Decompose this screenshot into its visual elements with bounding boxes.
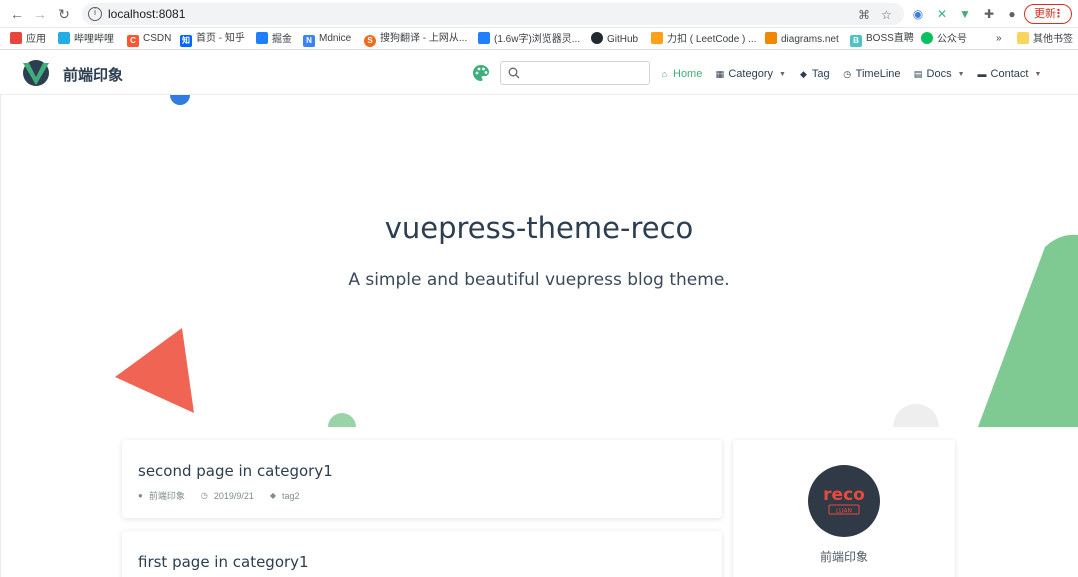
reco-avatar-logo: reco LUAN <box>823 485 865 515</box>
post-card[interactable]: second page in category1 ● 前端印象 ◷ 2019/9… <box>122 440 722 518</box>
page-left-border <box>0 95 1 577</box>
more-bookmarks-chevron[interactable]: » <box>996 32 1002 46</box>
post-title[interactable]: first page in category1 <box>138 553 309 571</box>
zhihu-icon: 知 <box>180 35 192 47</box>
forward-arrow-icon[interactable]: → <box>31 5 49 23</box>
post-meta: ● 前端印象 ◷ 2019/9/21 ◆ tag2 <box>138 489 316 502</box>
nav-contact[interactable]: ▬ Contact ▼ <box>978 68 1042 80</box>
nav-timeline[interactable]: ◷ TimeLine <box>843 68 900 80</box>
vue-devtools-icon[interactable]: ▼ <box>957 6 973 22</box>
bookmark-item[interactable]: (1.6w字)浏览器灵... <box>478 32 580 46</box>
address-url[interactable]: localhost:8081 <box>108 7 185 21</box>
post-date: 2019/9/21 <box>213 490 254 501</box>
csdn-icon: C <box>127 35 139 47</box>
avatar: reco LUAN <box>808 465 880 537</box>
site-navbar: 前端印象 ⌂ Home ▦ Category ▼ ◆ Tag ◷ TimeLin… <box>0 51 1078 95</box>
post-card[interactable]: first page in category1 <box>122 531 722 577</box>
bookmark-item[interactable]: diagrams.net <box>765 32 839 46</box>
bookmark-item[interactable]: C CSDN <box>127 32 171 47</box>
blue-half-circle <box>170 95 190 105</box>
clock-icon: ◷ <box>200 491 208 500</box>
juejin-icon <box>478 32 490 44</box>
browser-toolbar: ← → ↻ i localhost:8081 ⌘ ☆ ◉ ✕ ▼ ✚ ● 更新 … <box>0 0 1078 28</box>
translate-icon[interactable]: ⌘ <box>858 8 870 22</box>
site-info-icon[interactable]: i <box>88 7 102 21</box>
svg-text:reco: reco <box>823 485 865 505</box>
contact-icon: ▬ <box>977 69 987 79</box>
profile-avatar-icon[interactable]: ● <box>1004 6 1020 22</box>
hero-section: vuepress-theme-reco A simple and beautif… <box>0 95 1078 427</box>
nav-tag[interactable]: ◆ Tag <box>799 68 830 80</box>
reco-logo-icon[interactable] <box>20 59 52 87</box>
chevron-down-icon: ▼ <box>1034 70 1042 78</box>
svg-text:LUAN: LUAN <box>836 508 852 515</box>
theme-palette-icon[interactable] <box>472 64 490 82</box>
bookmark-item[interactable]: 公众号 <box>921 32 967 46</box>
bookmark-item[interactable]: 知首页 - 知乎 <box>180 32 245 47</box>
nav-category[interactable]: ▦ Category ▼ <box>715 68 786 80</box>
nav-docs[interactable]: ▤ Docs ▼ <box>914 68 965 80</box>
nav-links: ⌂ Home ▦ Category ▼ ◆ Tag ◷ TimeLine ▤ D… <box>660 66 1054 82</box>
leetcode-icon <box>651 32 663 44</box>
home-icon: ⌂ <box>661 69 668 79</box>
bookmark-star-icon[interactable]: ☆ <box>881 8 892 22</box>
post-author: 前端印象 <box>148 491 185 501</box>
tag-icon: ◆ <box>269 491 277 500</box>
hero-decoration-shapes <box>115 95 1078 427</box>
bookmark-item[interactable]: GitHub <box>591 32 638 46</box>
bookmark-item[interactable]: 哔哩哔哩 <box>58 32 114 46</box>
profile-card: reco LUAN 前端印象 <box>733 440 955 577</box>
bookmark-item[interactable]: 力扣 ( LeetCode ) ... <box>651 32 756 46</box>
search-icon <box>508 67 520 79</box>
search-input[interactable] <box>500 61 650 85</box>
extension-x-icon[interactable]: ✕ <box>934 6 950 22</box>
back-arrow-icon[interactable]: ← <box>8 5 26 23</box>
mdnice-icon: N <box>303 35 315 47</box>
hero-title: vuepress-theme-reco <box>384 211 694 245</box>
green-half-circle <box>328 413 356 427</box>
site-name[interactable]: 前端印象 <box>63 64 123 85</box>
wechat-icon <box>921 32 933 44</box>
extensions-puzzle-icon[interactable]: ✚ <box>981 6 997 22</box>
green-slope-shape <box>978 234 1078 427</box>
bookmark-item[interactable]: N Mdnice <box>303 32 351 47</box>
post-title[interactable]: second page in category1 <box>138 462 333 480</box>
bookmarks-bar: 应用 哔哩哔哩 C CSDN 知首页 - 知乎 掘金 N Mdnice S 搜狗翻译 … <box>0 28 1078 50</box>
category-grid-icon: ▦ <box>715 68 725 79</box>
github-icon <box>591 32 603 44</box>
author-name: 前端印象 <box>819 550 868 564</box>
clock-icon: ◷ <box>843 68 852 79</box>
bookmark-item[interactable]: 应用 <box>10 32 46 46</box>
chevron-down-icon: ▼ <box>957 70 965 78</box>
bilibili-icon <box>58 32 70 44</box>
bookmark-item[interactable]: S 搜狗翻译 - 上网从... <box>364 32 467 47</box>
more-menu-icon: ⋮ <box>1053 8 1064 20</box>
bookmark-item[interactable]: B BOSS直聘 <box>850 32 914 47</box>
boss-icon: B <box>850 35 862 47</box>
red-triangle <box>115 328 194 413</box>
address-bar[interactable]: i localhost:8081 ⌘ ☆ <box>82 3 904 25</box>
reload-icon[interactable]: ↻ <box>55 5 73 23</box>
bookmark-item[interactable]: 掘金 <box>256 32 292 46</box>
user-icon: ● <box>138 491 143 500</box>
post-tag[interactable]: tag2 <box>282 491 300 501</box>
sogou-icon: S <box>364 35 376 47</box>
chevron-down-icon: ▼ <box>778 70 786 78</box>
apps-grid-icon <box>10 32 22 44</box>
nav-home[interactable]: ⌂ Home <box>660 68 703 80</box>
folder-icon <box>1017 32 1029 44</box>
juejin-icon <box>256 32 268 44</box>
diagrams-icon <box>765 32 777 44</box>
hero-description: A simple and beautiful vuepress blog the… <box>348 270 730 290</box>
gray-half-circle <box>893 404 939 427</box>
other-bookmarks-folder[interactable]: 其他书签 <box>1017 32 1073 46</box>
extension-ie-icon[interactable]: ◉ <box>910 6 926 22</box>
update-button[interactable]: 更新 ⋮ <box>1024 4 1072 24</box>
tag-icon: ◆ <box>799 68 807 79</box>
docs-icon: ▤ <box>913 68 923 79</box>
